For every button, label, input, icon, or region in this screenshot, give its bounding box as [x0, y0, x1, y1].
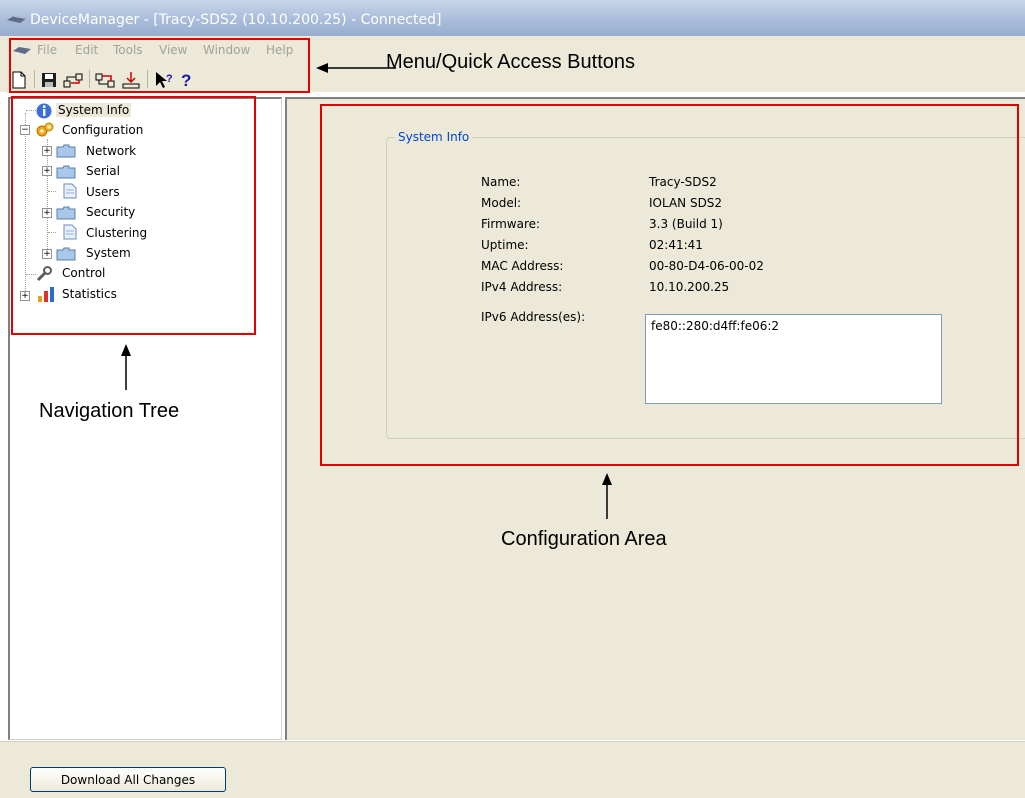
up-arrow-icon [602, 473, 612, 519]
menu-annotation-label: Menu/Quick Access Buttons [386, 51, 636, 73]
menu-annotation-box [9, 38, 310, 93]
device-manager-icon [7, 16, 27, 23]
window-title: DeviceManager - [Tracy-SDS2 (10.10.200.2… [30, 12, 442, 28]
navigation-annotation-label: Navigation Tree [39, 400, 180, 422]
download-all-changes-button[interactable]: Download All Changes [30, 767, 226, 792]
up-arrow-icon [121, 344, 131, 390]
configuration-annotation-box [320, 104, 1019, 466]
left-arrow-icon [316, 63, 396, 73]
navigation-annotation-box [11, 96, 256, 335]
configuration-annotation-label: Configuration Area [501, 528, 667, 550]
